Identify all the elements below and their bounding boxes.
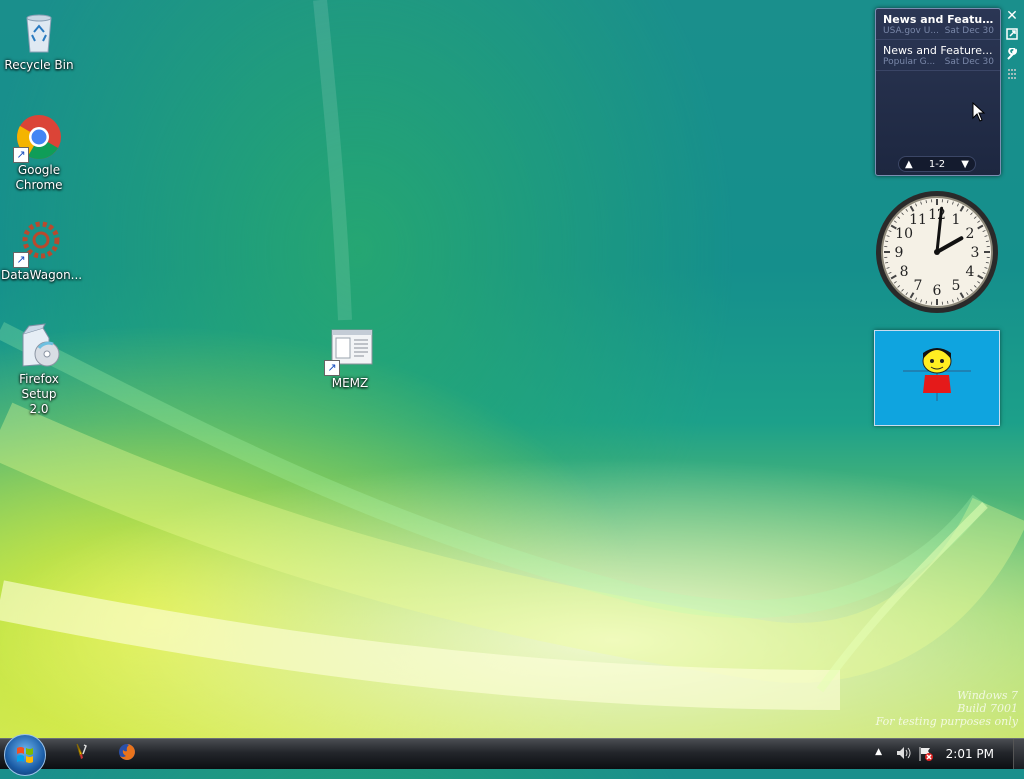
memz-icon: ↗ — [326, 326, 374, 374]
clock-numeral: 2 — [965, 226, 974, 242]
rss-item[interactable]: News and Features f... USA.gov U... Sat D… — [876, 9, 1000, 40]
previous-page-icon[interactable]: ▲ — [905, 159, 913, 170]
shortcut-arrow-icon: ↗ — [13, 252, 29, 268]
shortcut-arrow-icon: ↗ — [13, 147, 29, 163]
clock-numeral: 5 — [952, 278, 961, 294]
rss-item-source: Popular G... — [883, 57, 935, 67]
options-icon[interactable] — [1004, 48, 1020, 64]
clock-numeral: 1 — [952, 212, 961, 228]
desktop-icon-label: Google Chrome — [1, 163, 77, 193]
next-page-icon[interactable]: ▼ — [961, 159, 969, 170]
shortcut-arrow-icon: ↗ — [324, 360, 340, 376]
volume-icon[interactable] — [896, 746, 912, 763]
desktop-icon-datawagon[interactable]: ↗ DataWagon... — [1, 218, 77, 283]
close-icon[interactable]: ✕ — [1004, 8, 1020, 24]
show-desktop-button[interactable] — [1013, 739, 1024, 769]
desktop-icon-label: MEMZ — [312, 376, 388, 391]
clock-numeral: 12 — [928, 207, 946, 223]
installer-icon — [15, 322, 63, 370]
datawagon-icon: ↗ — [15, 218, 63, 266]
rss-item-title: News and Feature... — [883, 44, 994, 57]
desktop-icon-label: Recycle Bin — [1, 58, 77, 73]
action-center-flag-icon[interactable] — [918, 746, 934, 765]
drawing-image — [875, 331, 999, 425]
desktop-icon-google-chrome[interactable]: ↗ Google Chrome — [1, 113, 77, 193]
taskbar-clock[interactable]: 2:01 PM — [946, 747, 994, 761]
desktop-icon-recycle-bin[interactable]: Recycle Bin — [1, 8, 77, 73]
desktop[interactable]: Recycle Bin ↗ Google Chrome ↗ DataWagon.… — [0, 0, 1024, 738]
clock-numeral: 11 — [909, 212, 927, 228]
clock-numeral: 4 — [965, 264, 974, 280]
firefox-icon[interactable] — [114, 742, 140, 766]
clock-numeral: 9 — [895, 245, 904, 261]
watermark-line: For testing purposes only — [876, 715, 1018, 728]
rss-item-date: Sat Dec 30 — [945, 57, 994, 67]
watermark-line: Build 7001 — [876, 702, 1018, 715]
desktop-icon-label: DataWagon... — [1, 268, 77, 283]
chrome-icon: ↗ — [15, 113, 63, 161]
clock-numeral: 10 — [895, 226, 913, 242]
paint-icon[interactable] — [68, 742, 94, 766]
watermark-line: Windows 7 — [876, 689, 1018, 702]
clock-numeral: 8 — [900, 264, 909, 280]
rss-page-indicator: 1-2 — [929, 159, 945, 170]
start-button[interactable] — [4, 734, 46, 776]
mouse-pointer-icon — [972, 102, 986, 122]
rss-item-title: News and Features f... — [883, 13, 994, 26]
clock-gadget[interactable]: 12 12 3 45678 9 1011 — [875, 190, 999, 314]
rss-feed-gadget[interactable]: News and Features f... USA.gov U... Sat D… — [875, 8, 1001, 176]
windows-logo-icon — [5, 735, 45, 775]
clock-numeral: 6 — [933, 283, 942, 299]
recycle-bin-icon — [15, 8, 63, 56]
taskbar: ▲ 2:01 PM — [0, 738, 1024, 769]
popout-icon[interactable] — [1004, 28, 1020, 44]
rss-item-source: USA.gov U... — [883, 26, 939, 36]
clock-numeral: 7 — [914, 278, 923, 294]
rss-item-date: Sat Dec 30 — [945, 26, 994, 36]
rss-pager: ▲ 1-2 ▼ — [898, 156, 976, 172]
desktop-icon-memz[interactable]: ↗ MEMZ — [312, 326, 388, 391]
os-watermark: Windows 7 Build 7001 For testing purpose… — [876, 689, 1018, 728]
desktop-icon-firefox-setup[interactable]: Firefox Setup 2.0 — [1, 322, 77, 417]
clock-numeral: 3 — [971, 245, 980, 261]
rss-item[interactable]: News and Feature... Popular G... Sat Dec … — [876, 40, 1000, 71]
picture-gadget[interactable] — [874, 330, 1000, 426]
wallpaper-streaks — [0, 0, 1024, 738]
drag-handle-icon[interactable] — [1004, 68, 1020, 84]
show-hidden-icons-arrow[interactable]: ▲ — [875, 747, 882, 757]
desktop-icon-label: Firefox Setup 2.0 — [1, 372, 77, 417]
